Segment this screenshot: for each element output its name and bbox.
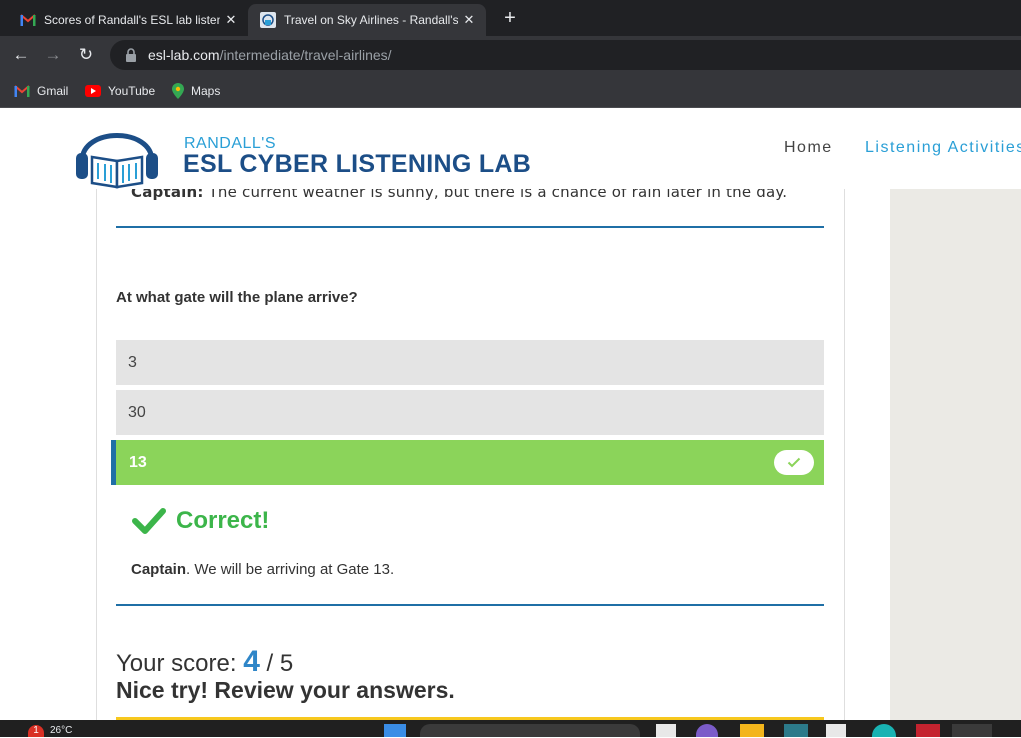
browser-toolbar: ← → ↻ esl-lab.com/intermediate/travel-ai… [0,36,1021,74]
app-icon[interactable] [784,724,808,737]
file-explorer-icon[interactable] [740,724,764,737]
bookmark-label: Gmail [37,84,69,98]
reload-icon[interactable]: ↻ [75,44,97,66]
gmail-icon [20,12,36,28]
brand-title[interactable]: ESL CYBER LISTENING LAB [183,150,531,179]
forward-arrow-icon[interactable]: → [42,44,64,66]
tab-title: Scores of Randall's ESL lab listen [44,13,220,27]
nav-listening-activities-link[interactable]: Listening Activities [865,139,1021,157]
answer-option[interactable]: 30 [116,390,824,435]
answer-option-label: 13 [129,453,147,471]
app-icon[interactable] [952,724,992,737]
bookmark-youtube[interactable]: YouTube [85,82,155,100]
app-icon[interactable] [826,724,846,737]
result-correct: Correct! [132,507,269,535]
bookmark-maps[interactable]: Maps [172,82,220,100]
weather-temperature[interactable]: 26°C [50,725,72,738]
section-divider [116,604,824,606]
answer-option-label: 30 [128,403,146,421]
check-icon [132,508,166,534]
lock-icon [126,48,136,62]
close-icon[interactable]: ✕ [220,12,242,28]
esl-lab-icon [260,12,276,28]
maps-icon [172,83,184,99]
score-label: Your score: [116,650,237,677]
answer-option-selected[interactable]: 13 [111,440,824,485]
gmail-icon [14,85,30,97]
headphones-book-logo-icon[interactable] [72,109,162,189]
taskview-icon[interactable] [656,724,676,737]
url-text: esl-lab.com/intermediate/travel-airlines… [148,47,392,63]
web-page: Captain: The current weather is sunny, b… [0,109,1021,720]
tab-title: Travel on Sky Airlines - Randall's [284,13,458,27]
youtube-icon [85,85,101,97]
app-icon[interactable] [872,724,896,737]
close-icon[interactable]: ✕ [458,12,480,28]
app-icon[interactable] [696,724,718,737]
score-value: 4 [243,645,260,678]
back-arrow-icon[interactable]: ← [10,44,32,66]
answer-option[interactable]: 3 [116,340,824,385]
answer-explanation: Captain. We will be arriving at Gate 13. [131,561,395,578]
bookmark-label: YouTube [108,84,156,98]
sidebar-placeholder [890,189,1021,720]
tab-scores[interactable]: Scores of Randall's ESL lab listen ✕ [8,4,248,36]
new-tab-button[interactable]: + [498,6,522,30]
tab-travel-airlines[interactable]: Travel on Sky Airlines - Randall's ✕ [248,4,486,36]
result-label: Correct! [176,507,270,534]
score-total: / 5 [266,650,294,677]
weather-badge[interactable]: 1 [28,725,44,737]
taskbar-search-box[interactable] [420,724,640,737]
address-bar[interactable]: esl-lab.com/intermediate/travel-airlines… [110,40,1021,70]
checkmark-icon [774,450,814,475]
score-display: Your score: 4 / 5 [116,647,293,678]
bookmarks-bar: Gmail YouTube Maps [0,74,1021,108]
section-divider [116,226,824,228]
app-icon[interactable] [916,724,940,737]
score-feedback: Nice try! Review your answers. [116,677,455,703]
tab-strip: Scores of Randall's ESL lab listen ✕ Tra… [0,0,1021,36]
start-icon[interactable] [384,724,406,737]
site-header: RANDALL'S ESL CYBER LISTENING LAB Home L… [0,109,1021,189]
nav-home-link[interactable]: Home [784,139,833,157]
bookmark-gmail[interactable]: Gmail [14,82,68,100]
answer-option-label: 3 [128,353,137,371]
bookmark-label: Maps [191,84,221,98]
os-taskbar: 1 26°C [0,720,1021,737]
question-text: At what gate will the plane arrive? [116,289,358,306]
